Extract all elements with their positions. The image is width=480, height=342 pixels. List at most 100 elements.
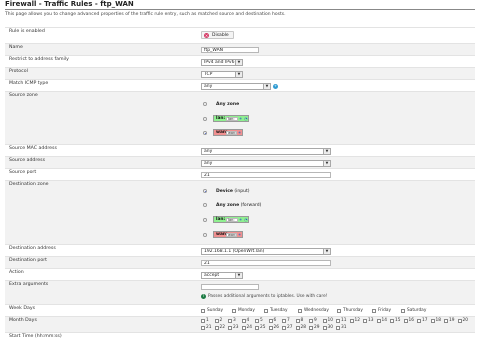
month-day-checkbox[interactable] — [390, 319, 394, 323]
week-day-checkbox[interactable] — [298, 309, 302, 313]
week-day-checkbox[interactable] — [372, 309, 376, 313]
month-day-checkbox[interactable] — [268, 319, 273, 323]
source-zone-any-radio[interactable] — [203, 102, 207, 106]
label-destination-address: Destination address — [9, 246, 56, 251]
week-day-label: Sunday — [207, 308, 224, 313]
month-day-label: 23 — [233, 325, 239, 330]
disable-button[interactable]: × Disable — [201, 31, 234, 39]
month-day-checkbox[interactable] — [363, 319, 367, 323]
month-day-checkbox[interactable] — [214, 319, 219, 323]
month-day-checkbox[interactable] — [336, 326, 340, 330]
month-day-checkbox[interactable] — [403, 319, 408, 323]
chevron-down-icon: ▼ — [323, 161, 330, 166]
source-address-select[interactable]: any ▼ — [201, 160, 331, 167]
label-month-days: Month Days — [9, 318, 37, 323]
month-day-checkbox[interactable] — [444, 319, 448, 323]
destination-address-value: 192.168.1.1 (OpenWrt.lan) — [204, 249, 265, 254]
destination-zone-wan-radio[interactable] — [203, 233, 207, 237]
month-day-checkbox[interactable] — [228, 326, 232, 330]
protocol-select[interactable]: TCP ▼ — [201, 71, 243, 78]
ethernet-icon: ⚭ — [238, 232, 242, 237]
restrict-family-select[interactable]: IPv4 and IPv6 ▼ — [201, 59, 243, 66]
week-day-checkbox[interactable] — [264, 309, 268, 313]
month-day-checkbox[interactable] — [349, 319, 354, 323]
month-day-label: 2 — [219, 318, 223, 323]
match-icmp-select[interactable]: any ▼ — [201, 83, 271, 90]
week-day-checkbox[interactable] — [232, 309, 236, 313]
month-day-checkbox[interactable] — [214, 326, 219, 330]
destination-zone-any-name: Any zone — [216, 203, 240, 208]
destination-zone-lan-network: lan: — [226, 218, 238, 222]
month-day-checkbox[interactable] — [255, 326, 259, 330]
destination-address-select[interactable]: 192.168.1.1 (OpenWrt.lan) ▼ — [201, 248, 331, 255]
month-day-checkbox[interactable] — [268, 326, 273, 330]
month-day-checkbox[interactable] — [309, 326, 313, 330]
week-day-checkbox[interactable] — [201, 309, 205, 313]
month-day-label: 12 — [354, 318, 360, 323]
label-start-time: Start Time (hh:mm:ss) — [9, 334, 62, 339]
destination-zone-device-radio[interactable] — [203, 189, 207, 193]
month-day-label: 7 — [287, 318, 290, 323]
month-day-checkbox[interactable] — [295, 319, 300, 323]
month-day-checkbox[interactable] — [322, 326, 327, 330]
week-day-label: Saturday — [407, 308, 427, 313]
action-select[interactable]: accept ▼ — [201, 272, 243, 279]
destination-port-input[interactable]: 21 — [201, 260, 331, 266]
month-day-checkbox[interactable] — [336, 319, 340, 323]
label-week-days: Week Days — [9, 306, 36, 311]
source-zone-wan-radio[interactable] — [203, 131, 207, 135]
month-day-checkbox[interactable] — [255, 319, 259, 323]
label-source-zone: Source zone — [9, 93, 38, 98]
label-restrict-family: Restrict to address family — [9, 57, 69, 62]
month-day-checkbox[interactable] — [430, 319, 435, 323]
month-day-checkbox[interactable] — [241, 326, 246, 330]
month-day-label: 3 — [233, 318, 236, 323]
source-zone-lan-name: lan: — [216, 116, 226, 121]
destination-zone-any-radio[interactable] — [203, 203, 207, 207]
month-day-label: 1 — [206, 318, 209, 323]
month-day-checkbox[interactable] — [241, 319, 246, 323]
name-input[interactable]: ftp_WAN — [201, 47, 259, 53]
row-source-zone: Source zone Any zone lan: lan: ⚭ ◔ wan: … — [5, 91, 475, 145]
month-day-label: 6 — [273, 318, 277, 323]
month-day-checkbox[interactable] — [322, 319, 327, 323]
source-port-input[interactable]: 21 — [201, 172, 331, 178]
row-month-days: Month Days 1 2 3 4 5 6 7 8 9 10 11 12 13 14 15 16 17 18 19… — [5, 316, 475, 333]
month-day-checkbox[interactable] — [282, 326, 286, 330]
month-day-checkbox[interactable] — [309, 319, 313, 323]
extra-arguments-input[interactable] — [201, 284, 259, 290]
month-day-checkbox[interactable] — [457, 319, 462, 323]
chevron-down-icon: ▼ — [263, 84, 270, 89]
label-action: Action — [9, 270, 24, 275]
protocol-value: TCP — [204, 72, 213, 77]
wifi-icon: ◔ — [244, 217, 248, 222]
page-title: Firewall - Traffic Rules - ftp_WAN — [5, 0, 134, 8]
month-day-label: 14 — [381, 318, 387, 323]
week-day-checkbox[interactable] — [401, 309, 405, 313]
month-day-label: 20 — [462, 318, 468, 323]
month-day-checkbox[interactable] — [201, 319, 205, 323]
month-day-checkbox[interactable] — [417, 319, 421, 323]
month-day-label: 25 — [260, 325, 266, 330]
month-day-checkbox[interactable] — [282, 319, 286, 323]
month-day-label: 22 — [219, 325, 225, 330]
month-day-checkbox[interactable] — [201, 326, 205, 330]
month-day-label: 8 — [300, 318, 304, 323]
restrict-family-value: IPv4 and IPv6 — [204, 60, 235, 65]
month-day-checkbox[interactable] — [228, 319, 232, 323]
month-day-checkbox[interactable] — [295, 326, 300, 330]
page-description: This page allows you to change advanced … — [5, 12, 286, 17]
week-day-checkbox[interactable] — [337, 309, 341, 313]
source-zone-lan-radio[interactable] — [203, 117, 207, 121]
chevron-down-icon: ▼ — [323, 149, 330, 154]
extra-arguments-hint: Passes additional arguments to iptables.… — [208, 294, 328, 299]
week-day-label: Friday — [378, 308, 392, 313]
month-day-label: 26 — [273, 325, 279, 330]
month-day-label: 13 — [368, 318, 374, 323]
week-days-group: Sunday Monday Tuesday Wednesday Thursday Frid… — [201, 308, 471, 315]
destination-zone-lan-radio[interactable] — [203, 218, 207, 222]
month-day-checkbox[interactable] — [376, 319, 381, 323]
month-days-group: 1 2 3 4 5 6 7 8 9 10 11 12 13 14 15 16 17 18 19 20 21 22 23 24 2… — [201, 318, 471, 332]
add-icon[interactable]: + — [273, 84, 278, 89]
source-mac-select[interactable]: any ▼ — [201, 148, 331, 155]
